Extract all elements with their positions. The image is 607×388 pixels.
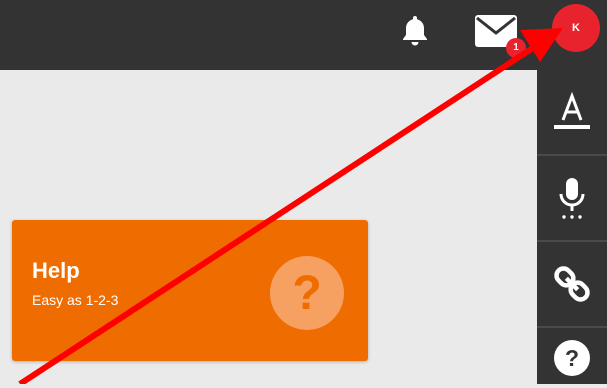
help-button[interactable]: ? — [537, 328, 607, 388]
question-mark-icon: ? — [270, 256, 344, 330]
help-card[interactable]: Help Easy as 1-2-3 ? — [12, 220, 368, 361]
microphone-icon — [559, 178, 585, 219]
microphone-button[interactable] — [537, 156, 607, 242]
link-button[interactable] — [537, 242, 607, 328]
link-icon — [554, 266, 590, 302]
svg-text:?: ? — [565, 345, 579, 371]
user-avatar[interactable]: K — [552, 4, 600, 52]
card-title: Help — [32, 258, 80, 283]
tool-rail: ? — [537, 70, 607, 384]
top-bar: 1 K — [0, 0, 607, 70]
bell-icon[interactable] — [398, 13, 432, 47]
messages-badge: 1 — [506, 38, 526, 58]
help-icon: ? — [554, 340, 590, 376]
card-subtitle: Easy as 1-2-3 — [32, 292, 119, 308]
svg-text:?: ? — [292, 267, 321, 320]
text-format-button[interactable] — [537, 70, 607, 156]
text-format-icon — [554, 91, 590, 129]
